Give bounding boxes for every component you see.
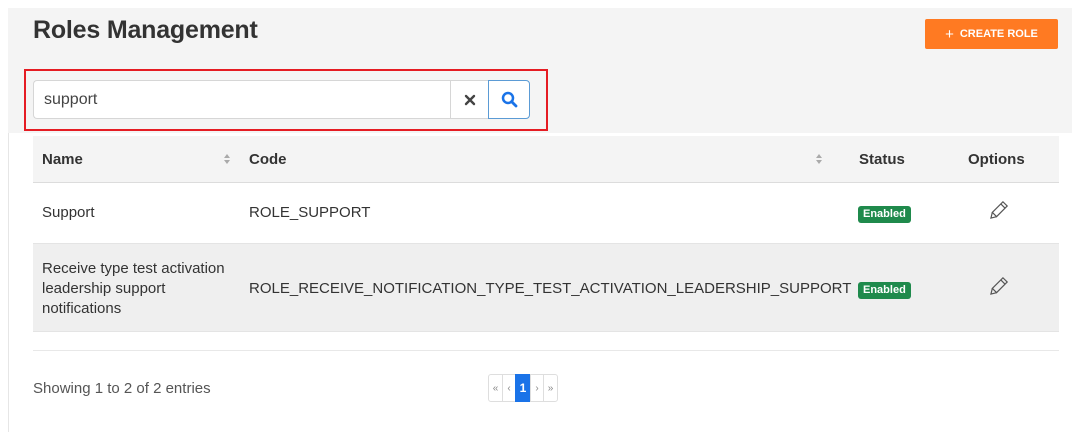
search-icon xyxy=(501,91,517,108)
page-1-button[interactable]: 1 xyxy=(515,374,531,402)
column-header-name[interactable]: Name xyxy=(42,136,83,182)
first-page-button[interactable]: « xyxy=(488,374,503,402)
status-badge: Enabled xyxy=(858,206,911,223)
roles-table: Name Code Status Options Support ROLE_SU… xyxy=(33,136,1059,332)
edit-pencil-icon[interactable] xyxy=(987,200,1009,222)
previous-page-button[interactable]: ‹ xyxy=(502,374,516,402)
role-code: ROLE_SUPPORT xyxy=(249,204,371,221)
entries-info: Showing 1 to 2 of 2 entries xyxy=(33,380,211,397)
last-page-button[interactable]: » xyxy=(543,374,558,402)
next-page-button[interactable]: › xyxy=(530,374,544,402)
plus-icon: + xyxy=(945,25,954,43)
column-header-code[interactable]: Code xyxy=(249,136,287,182)
search-input[interactable] xyxy=(33,80,450,119)
pagination: « ‹ 1 › » xyxy=(488,374,558,402)
column-header-options: Options xyxy=(968,150,1025,168)
content-border xyxy=(8,133,9,432)
table-row: Receive type test activation leadership … xyxy=(33,244,1059,332)
close-icon xyxy=(464,94,475,105)
clear-search-button[interactable] xyxy=(450,80,488,119)
status-badge: Enabled xyxy=(858,282,911,299)
search-button[interactable] xyxy=(488,80,530,119)
table-row: Support ROLE_SUPPORT Enabled xyxy=(33,183,1059,244)
role-name: Support xyxy=(42,204,95,221)
column-header-status: Status xyxy=(859,150,905,168)
table-header: Name Code Status Options xyxy=(33,136,1059,183)
page-title: Roles Management xyxy=(33,16,258,44)
role-code: ROLE_RECEIVE_NOTIFICATION_TYPE_TEST_ACTI… xyxy=(249,280,852,297)
role-name: Receive type test activation leadership … xyxy=(42,260,225,317)
footer-divider xyxy=(33,350,1059,351)
sort-icon[interactable] xyxy=(815,153,823,165)
sort-icon[interactable] xyxy=(223,153,231,165)
create-role-label: CREATE ROLE xyxy=(959,28,1038,40)
edit-pencil-icon[interactable] xyxy=(987,276,1009,298)
create-role-button[interactable]: + CREATE ROLE xyxy=(925,19,1058,49)
